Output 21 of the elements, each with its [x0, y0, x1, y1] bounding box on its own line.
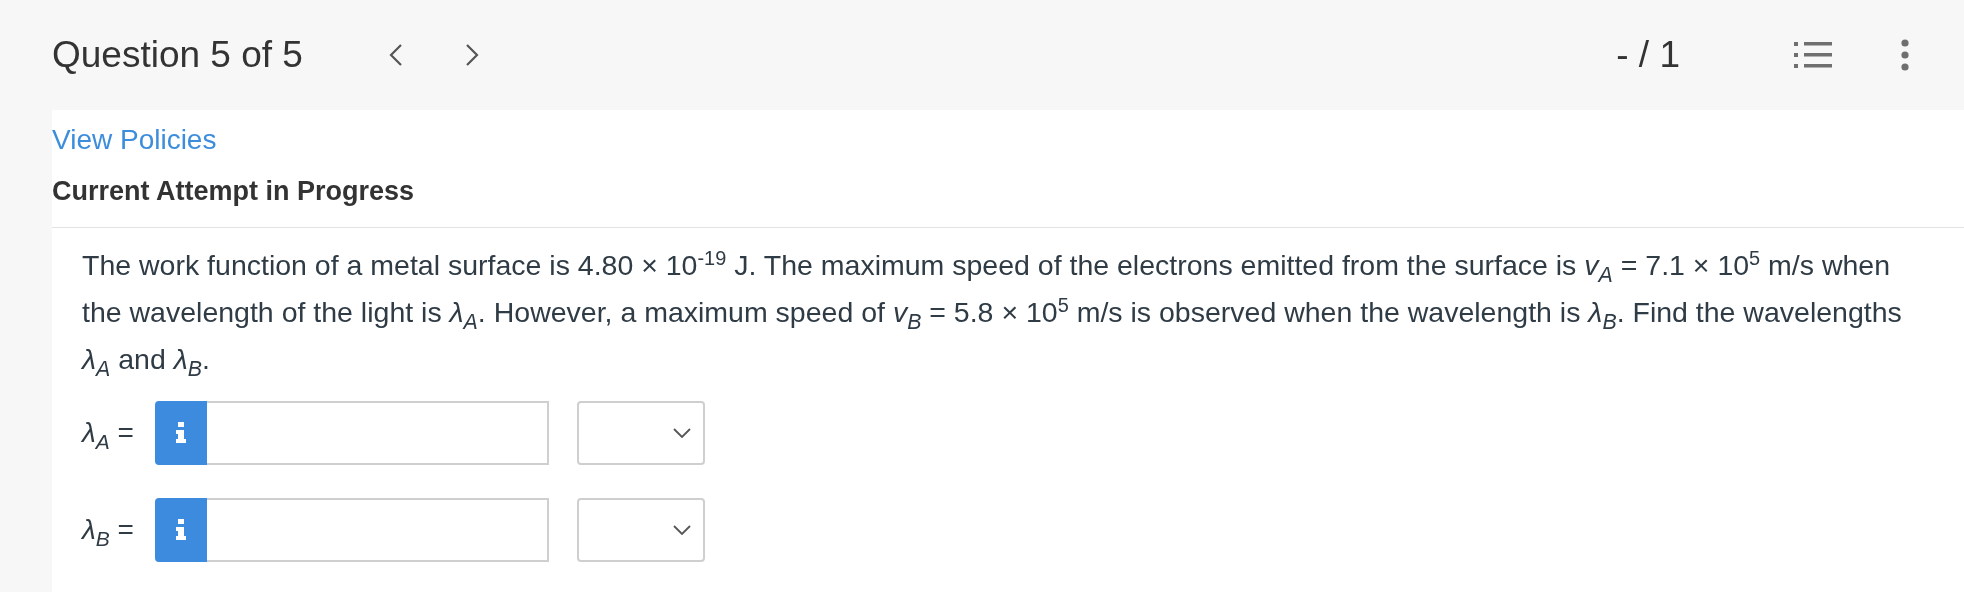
question-title: Question 5 of 5	[52, 34, 303, 76]
answer-label: λ$_{B}$ =	[82, 514, 135, 546]
chevron-left-icon	[387, 42, 404, 68]
attempt-heading: Current Attempt in Progress	[52, 176, 1964, 228]
answer-label: λ$_{A}$ =	[82, 417, 135, 449]
question-text: The work function of a metal surface is 4.80 × 10$^{-19}$ J. The maximum speed of the electrons emitted from the surface is v$_{A}$ = 7.1 × 10$^{5}$ m/s when the wavelength of the light is λ$_{A}$. However, a maximum speed of v$_{B}$ = 5.8 × 10$^{5}$ m/s is observed when the wavelength is λ$_{B}$. Find the wavelengths λ$_{A}$ and λ$_{B}$.	[82, 245, 1903, 383]
info-button[interactable]	[155, 498, 207, 562]
units-dropdown[interactable]	[577, 401, 705, 465]
score-text: - / 1	[1616, 34, 1680, 76]
chevron-right-icon	[463, 42, 480, 68]
info-button[interactable]	[155, 401, 207, 465]
info-icon	[175, 519, 187, 541]
answer-input[interactable]	[207, 498, 549, 562]
more-vertical-icon	[1900, 39, 1910, 71]
units-dropdown[interactable]	[577, 498, 705, 562]
answer-input[interactable]	[207, 401, 549, 465]
view-policies-link[interactable]: View Policies	[52, 124, 217, 156]
chevron-down-icon	[673, 525, 691, 535]
numbered-list-icon	[1794, 40, 1832, 70]
info-icon	[175, 422, 187, 444]
chevron-down-icon	[673, 428, 691, 438]
